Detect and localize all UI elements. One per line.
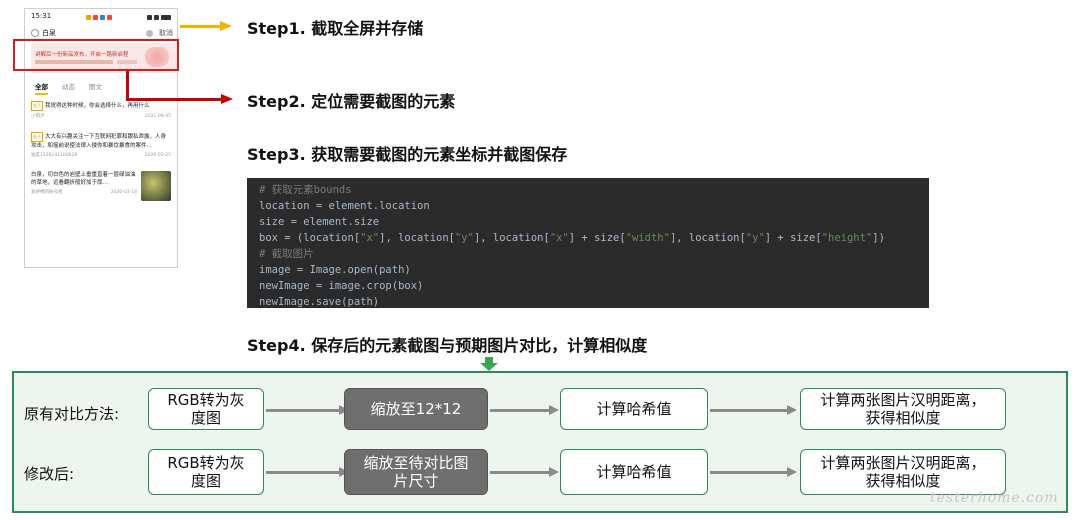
item-text: 我觉得这种时候，你会选择什么，再用什么	[45, 103, 150, 109]
step2-arrow-line-horizontal	[126, 98, 222, 101]
row1-label: 原有对比方法:	[24, 405, 120, 423]
row2-step-grayscale: RGB转为灰 度图	[148, 449, 264, 495]
row1-step-resize: 缩放至12*12	[344, 388, 488, 430]
row2-label: 修改后:	[24, 465, 75, 483]
code-line: image = Image.open(path)	[259, 264, 411, 276]
result-tabs: 全部 动态 图文	[35, 81, 102, 95]
item-author: 爱拼搏的帐号君	[31, 190, 63, 195]
item-date: 2021-08-05	[144, 114, 171, 119]
row2-step-hamming: 计算两张图片汉明距离， 获得相似度	[800, 449, 1006, 495]
status-time: 15:31	[31, 12, 52, 20]
code-block: # 获取元素bounds location = element.location s…	[247, 178, 929, 308]
tab-media[interactable]: 图文	[89, 81, 102, 95]
down-arrow-icon	[480, 357, 498, 371]
highlight-box	[13, 39, 179, 71]
code-comment: # 获取元素bounds	[259, 184, 352, 196]
step1-arrow-line	[180, 25, 220, 28]
clear-icon[interactable]	[146, 29, 153, 37]
row1-step-hamming: 计算两张图片汉明距离， 获得相似度	[800, 388, 1006, 430]
watermark: testerhome.com	[930, 490, 1059, 506]
row1-step-grayscale: RGB转为灰 度图	[148, 388, 264, 430]
row2-arrow-1	[266, 467, 349, 477]
list-item[interactable]: 帖子 大大有兴趣关注一下互联网犯罪和跟私泄露，人身攻击，和摇前说使法律入侵你和暴饮…	[31, 132, 171, 160]
row2-step-hash: 计算哈希值	[560, 449, 708, 495]
list-item[interactable]: 白泉，切白色的岩壁上垂重直着一层绿油油的草地，远看翻折般好加于厚… 爱拼搏的帐号…	[31, 171, 171, 201]
code-comment: # 截取图片	[259, 248, 314, 260]
search-icon	[31, 29, 39, 37]
row1-arrow-3	[710, 405, 797, 415]
code-line: newImage.save(path)	[259, 296, 380, 308]
code-line: size = element.size	[259, 216, 380, 228]
status-icons	[86, 12, 113, 23]
item-date: 2020-03-25	[144, 153, 171, 158]
item-text: 白泉，切白色的岩壁上垂重直着一层绿油油的草地，远看翻折般好加于厚…	[31, 172, 136, 186]
comparison-flow-panel: 原有对比方法: RGB转为灰 度图 缩放至12*12 计算哈希值 计算两张图片汉…	[12, 371, 1068, 513]
item-text: 大大有兴趣关注一下互联网犯罪和跟私泄露，人身攻击，和摇前说使法律入侵你和暴饮暴食…	[31, 134, 167, 149]
row2-arrow-2	[490, 467, 559, 477]
search-bar[interactable]: 白泉 取消	[31, 26, 173, 40]
tab-feed[interactable]: 动态	[62, 81, 75, 95]
search-input[interactable]: 白泉	[42, 28, 146, 38]
item-date: 2020-03-18	[110, 190, 137, 195]
code-line: newImage = image.crop(box)	[259, 280, 424, 292]
row1-arrow-2	[490, 405, 559, 415]
step2-arrow-head	[221, 94, 233, 104]
step1-arrow-head	[220, 21, 232, 31]
post-tag: 帖子	[31, 101, 43, 111]
battery-icon	[147, 12, 171, 23]
step2-arrow-line-vertical	[126, 71, 129, 101]
step1-label: Step1. 截取全屏并存储	[247, 19, 424, 38]
step3-label: Step3. 获取需要截图的元素坐标并截图保存	[247, 145, 568, 164]
status-bar: 15:31	[25, 9, 177, 23]
row1-step-hash: 计算哈希值	[560, 388, 708, 430]
row2-arrow-3	[710, 467, 797, 477]
tab-all[interactable]: 全部	[35, 81, 48, 95]
item-thumbnail	[141, 171, 171, 201]
item-author: 福友1536141100628	[31, 153, 78, 158]
step4-label: Step4. 保存后的元素截图与预期图片对比，计算相似度	[247, 336, 648, 355]
row1-arrow-1	[266, 405, 349, 415]
code-line: location = element.location	[259, 200, 430, 212]
list-item[interactable]: 帖子 我觉得这种时候，你会选择什么，再用什么 小萌犬 2021-08-05	[31, 101, 171, 121]
step2-label: Step2. 定位需要截图的元素	[247, 92, 456, 111]
code-line: box = (location["x"], location["y"], loc…	[259, 232, 885, 244]
item-author: 小萌犬	[31, 114, 45, 119]
row2-step-resize: 缩放至待对比图 片尺寸	[344, 449, 488, 495]
post-tag: 帖子	[31, 132, 43, 142]
cancel-button[interactable]: 取消	[159, 28, 173, 38]
